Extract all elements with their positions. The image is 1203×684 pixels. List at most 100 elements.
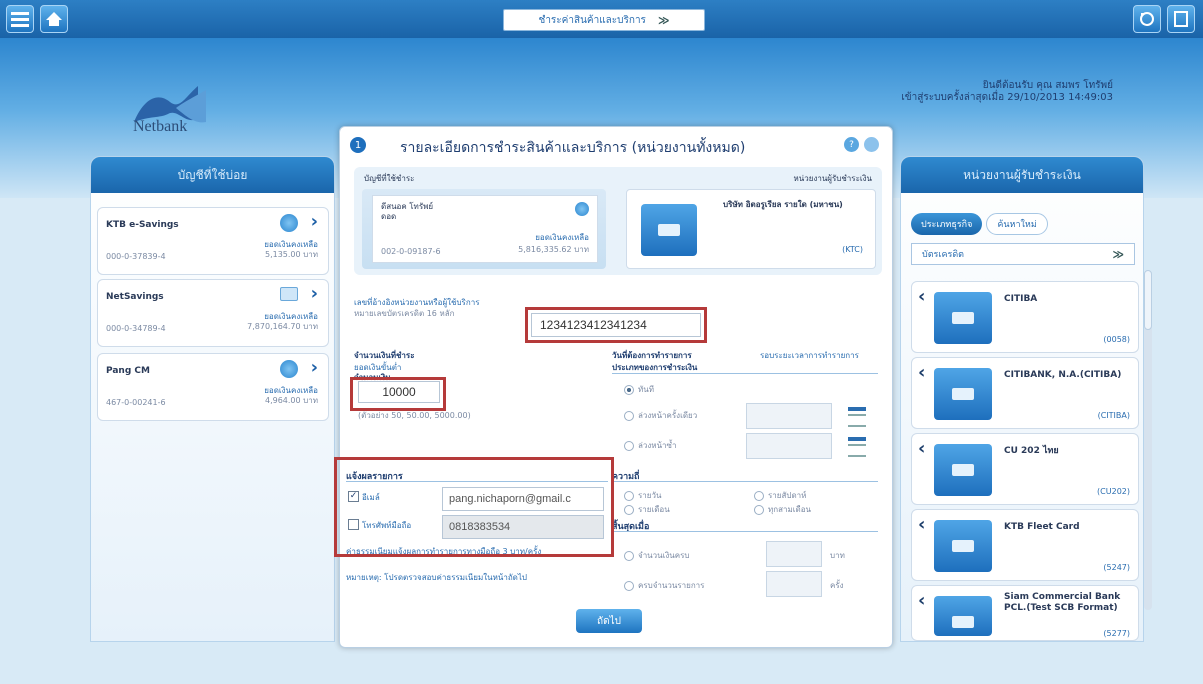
logout-icon[interactable] <box>1133 5 1161 33</box>
radio-button[interactable] <box>624 410 634 421</box>
chevron-right-icon[interactable]: › <box>311 211 318 232</box>
biller-name: CITIBANK, N.A.(CITIBA) <box>1004 370 1122 380</box>
frequency-option-label: รายเดือน <box>638 505 670 514</box>
biller-item[interactable]: ‹ Siam Commercial Bank PCL.(Test SCB For… <box>911 585 1139 641</box>
end-option-count[interactable]: ครบจำนวนรายการ <box>624 579 704 592</box>
user-info: ยินดีต้อนรับ คุณ สมพร โทรัพย์ เข้าสู่ระบ… <box>901 80 1113 104</box>
email-checkbox[interactable]: ✓ <box>348 491 359 502</box>
welcome-text: ยินดีต้อนรับ คุณ สมพร โทรัพย์ <box>982 80 1113 91</box>
biller-item[interactable]: ‹ KTB Fleet Card (5247) <box>911 509 1139 581</box>
date-input[interactable] <box>746 403 832 429</box>
chevron-left-icon[interactable]: ‹ <box>918 286 925 307</box>
account-card[interactable]: Pang CM › ยอดเงินคงเหลือ 4,964.00 บาท 46… <box>97 353 329 421</box>
top-bar: ชำระค่าสินค้าและบริการ ≫ <box>0 0 1203 38</box>
divider <box>612 373 878 374</box>
card-icon <box>280 287 298 301</box>
account-balance: 7,870,164.70 บาท <box>247 322 318 331</box>
radio-button[interactable] <box>754 490 764 501</box>
account-name: Pang CM <box>106 366 150 376</box>
end-amount-input[interactable] <box>766 541 822 567</box>
chevron-left-icon[interactable]: ‹ <box>918 438 925 459</box>
dialog-title: รายละเอียดการชำระสินค้าและบริการ (หน่วยง… <box>400 140 746 156</box>
to-biller-card[interactable]: บริษัท อิตอรูเรียล รายใด (มหาชน) (KTC) <box>626 189 876 269</box>
scrollbar-thumb[interactable] <box>1144 270 1152 330</box>
payment-dialog: 1 รายละเอียดการชำระสินค้าและบริการ (หน่ว… <box>334 126 893 648</box>
amount-input[interactable]: 10000 <box>358 381 440 403</box>
chevron-left-icon[interactable]: ‹ <box>918 514 925 535</box>
frequency-option-label: รายสัปดาห์ <box>768 491 807 500</box>
calendar-icon[interactable] <box>848 437 866 457</box>
biller-name: CITIBA <box>1004 294 1038 304</box>
schedule-option-repeat[interactable]: ล่วงหน้าซ้ำ <box>624 439 676 452</box>
account-card[interactable]: KTB e-Savings › ยอดเงินคงเหลือ 5,135.00 … <box>97 207 329 275</box>
from-account-inner: ดีสนอค โทรัพย์ ดอด ยอดเงินคงเหลือ 5,816,… <box>372 195 598 263</box>
biller-item[interactable]: ‹ CU 202 ไทย (CU202) <box>911 433 1139 505</box>
step-badge: 1 <box>350 137 366 153</box>
last-login-text: เข้าสู่ระบบครั้งล่าสุดเมื่อ 29/10/2013 1… <box>901 92 1113 103</box>
radio-button[interactable] <box>624 440 634 451</box>
account-card[interactable]: NetSavings › ยอดเงินคงเหลือ 7,870,164.70… <box>97 279 329 347</box>
biller-item[interactable]: ‹ CITIBANK, N.A.(CITIBA) (CITIBA) <box>911 357 1139 429</box>
end-count-input[interactable] <box>766 571 822 597</box>
chevron-left-icon[interactable]: ‹ <box>918 362 925 383</box>
to-biller-name: บริษัท อิตอรูเรียล รายใด (มหาชน) <box>723 200 843 209</box>
menu-icon[interactable] <box>6 5 34 33</box>
notify-remark: หมายเหตุ: โปรดตรวจสอบค่าธรรมเนียมในหน้าถ… <box>346 573 527 582</box>
chevron-left-icon[interactable]: ‹ <box>918 590 925 611</box>
frequency-option[interactable]: ทุกสามเดือน <box>754 503 811 516</box>
schedule-option-label: ล่วงหน้าซ้ำ <box>638 441 677 450</box>
schedule-option-once[interactable]: ล่วงหน้าครั้งเดียว <box>624 409 697 422</box>
billers-scrollbar[interactable] <box>1144 270 1152 610</box>
category-select[interactable]: บัตรเครดิต ≫ <box>911 243 1135 265</box>
help-icon[interactable] <box>1167 5 1195 33</box>
radio-button[interactable] <box>624 504 634 515</box>
radio-button[interactable] <box>624 384 634 395</box>
close-icon[interactable] <box>864 137 879 152</box>
schedule-option-now[interactable]: ทันที <box>624 383 654 396</box>
service-menu-select[interactable]: ชำระค่าสินค้าและบริการ ≫ <box>503 9 705 31</box>
radio-button[interactable] <box>624 490 634 501</box>
email-input[interactable]: pang.nichaporn@gmail.c <box>442 487 604 511</box>
frequency-option[interactable]: รายสัปดาห์ <box>754 489 806 502</box>
home-icon[interactable] <box>40 5 68 33</box>
schedule-option-label: ทันที <box>638 385 655 394</box>
mobile-input[interactable]: 0818383534 <box>442 515 604 539</box>
sms-checkbox[interactable] <box>348 519 359 530</box>
end-option-label: ครบจำนวนรายการ <box>638 581 705 590</box>
tab-search[interactable]: ค้นหาใหม่ <box>986 213 1048 235</box>
frequency-option[interactable]: รายวัน <box>624 489 661 502</box>
divider <box>612 531 878 532</box>
dialog-header: 1 รายละเอียดการชำระสินค้าและบริการ (หน่ว… <box>340 127 892 163</box>
end-option-amount[interactable]: จำนวนเงินครบ <box>624 549 689 562</box>
biller-item[interactable]: ‹ CITIBA (0058) <box>911 281 1139 353</box>
end-unit-baht: บาท <box>830 551 845 560</box>
radio-button[interactable] <box>624 580 634 591</box>
netbank-logo <box>134 86 206 123</box>
email-label: อีเมล์ <box>362 493 380 502</box>
from-account-card[interactable]: ดีสนอค โทรัพย์ ดอด ยอดเงินคงเหลือ 5,816,… <box>362 189 606 269</box>
billers-panel-title: หน่วยงานผู้รับชำระเงิน <box>901 157 1143 193</box>
frequency-option[interactable]: รายเดือน <box>624 503 670 516</box>
radio-button[interactable] <box>624 550 634 561</box>
next-button[interactable]: ถัดไป <box>576 609 642 633</box>
reference-input[interactable]: 1234123412341234 <box>531 313 701 337</box>
frequency-option-label: ทุกสามเดือน <box>768 505 811 514</box>
chevron-down-icon: ≫ <box>1112 247 1124 261</box>
account-number: 000-0-37839-4 <box>106 252 166 261</box>
sms-label: โทรศัพท์มือถือ <box>362 521 412 530</box>
billers-panel: หน่วยงานผู้รับชำระเงิน ประเภทธุรกิจ ค้นห… <box>900 156 1144 642</box>
to-biller-code: (KTC) <box>842 245 863 254</box>
from-account-name-line2: ดอด <box>381 212 397 221</box>
biller-logo-icon <box>934 292 992 344</box>
amount-hint: (ตัวอย่าง 50, 50.00, 5000.00) <box>358 411 471 420</box>
chevron-right-icon[interactable]: › <box>311 283 318 304</box>
radio-button[interactable] <box>754 504 764 515</box>
divider <box>346 481 608 482</box>
chevron-down-icon: ≫ <box>657 13 670 27</box>
info-icon[interactable]: ? <box>844 137 859 152</box>
notify-fee-hint: ค่าธรรมเนียมแจ้งผลการทำรายการทางมือถือ 3… <box>346 547 542 556</box>
calendar-icon[interactable] <box>848 407 866 427</box>
tab-business-type[interactable]: ประเภทธุรกิจ <box>911 213 983 235</box>
date-input[interactable] <box>746 433 832 459</box>
chevron-right-icon[interactable]: › <box>311 357 318 378</box>
